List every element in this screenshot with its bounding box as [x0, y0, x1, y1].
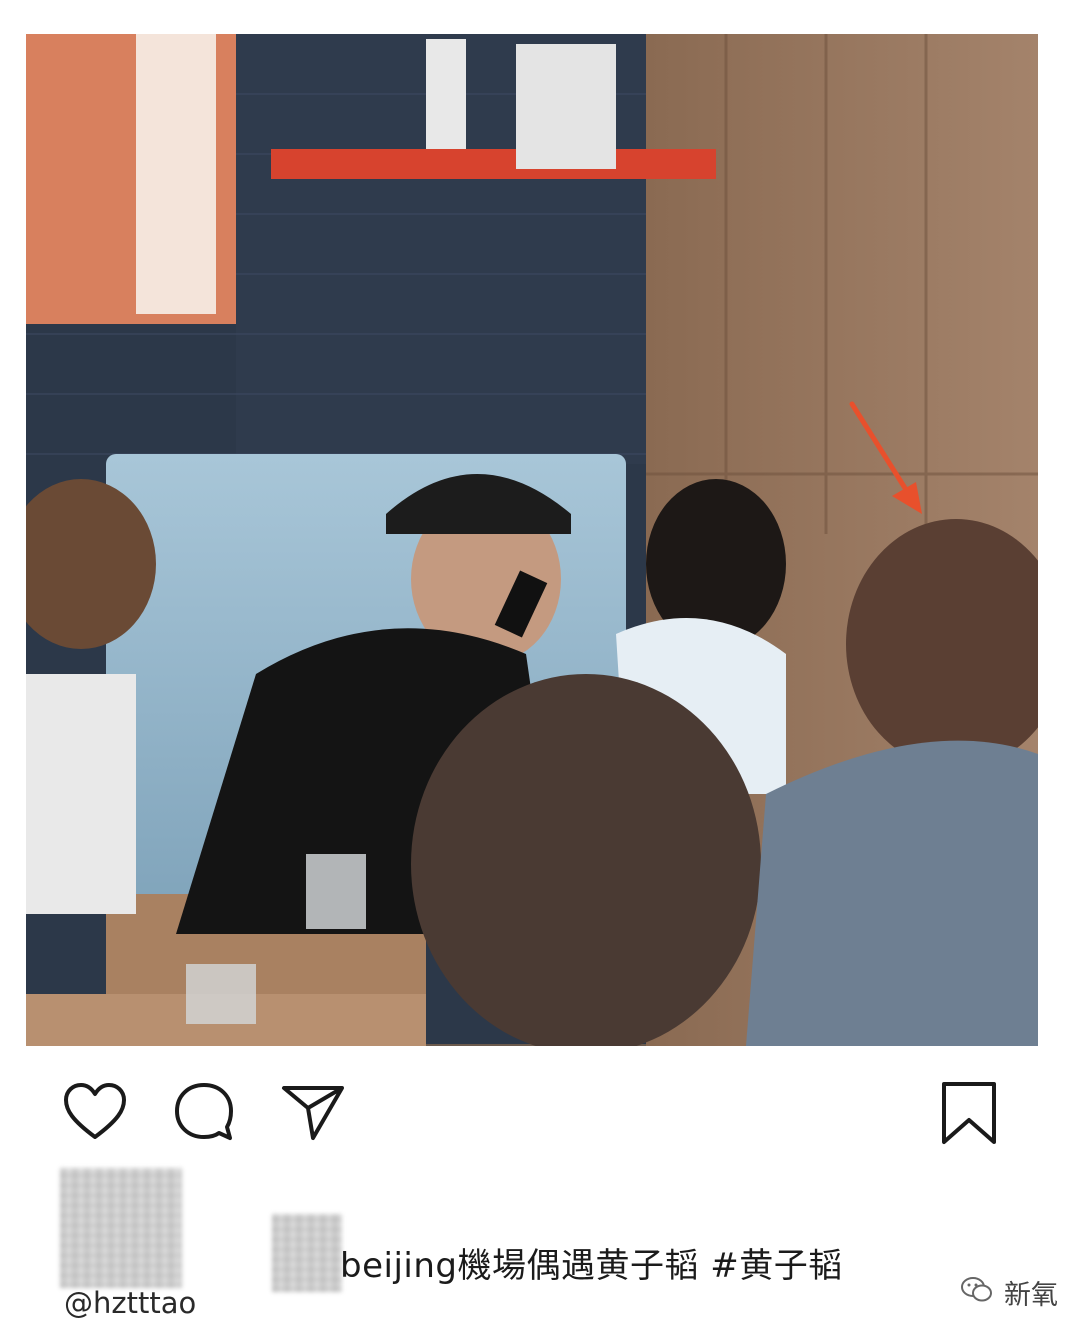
wechat-logo-icon	[960, 1275, 994, 1309]
redacted-avatar	[60, 1168, 182, 1288]
comment-icon[interactable]	[172, 1080, 236, 1144]
post-caption: beijing機場偶遇黄子韬 #黄子韬	[340, 1246, 843, 1286]
post-photo[interactable]	[26, 34, 1038, 1046]
redacted-text	[272, 1214, 342, 1292]
watermark-label: 新氧	[1004, 1279, 1058, 1311]
bookmark-icon[interactable]	[940, 1080, 998, 1146]
share-icon[interactable]	[280, 1082, 346, 1142]
post-username[interactable]: @hztttao	[64, 1286, 196, 1320]
post-action-bar	[0, 1060, 1080, 1170]
photo-illustration	[26, 34, 1038, 1046]
watermark: 新氧	[960, 1270, 1058, 1314]
heart-icon[interactable]	[62, 1082, 128, 1142]
